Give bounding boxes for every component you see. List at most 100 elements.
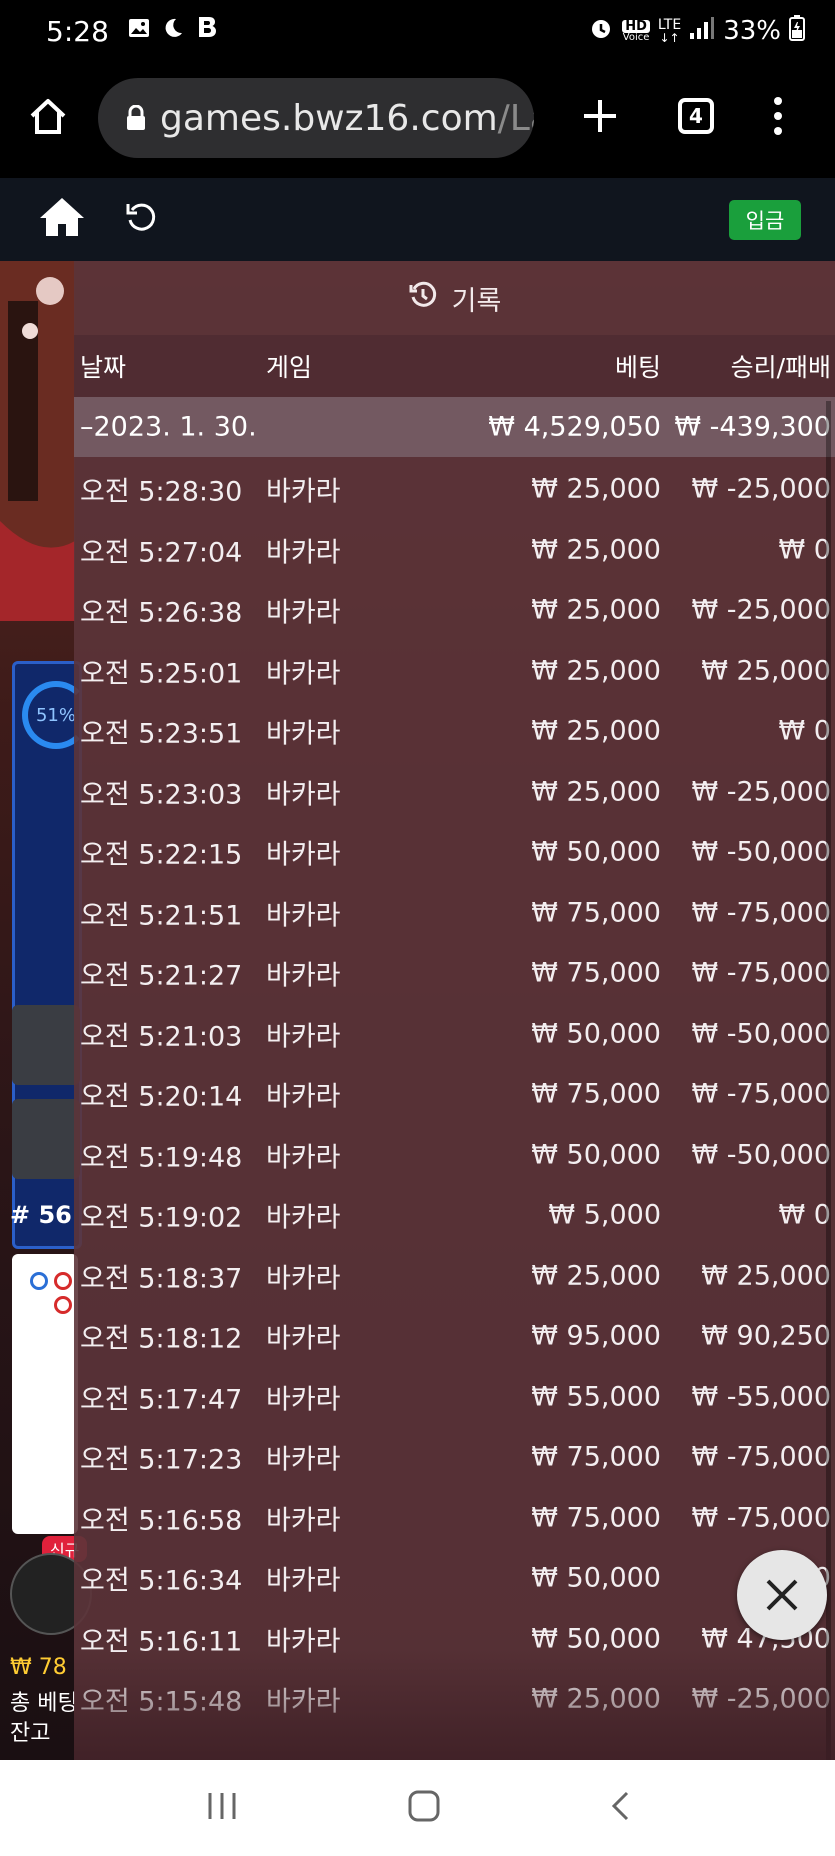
score-marker [30, 1272, 48, 1290]
row-game: 바카라 [266, 597, 341, 629]
close-history-button[interactable] [737, 1550, 827, 1640]
alarm-icon [588, 15, 614, 48]
url-domain: games.bwz16.com [160, 97, 498, 139]
deposit-button[interactable]: 입금 [729, 200, 801, 240]
history-row[interactable]: 오전 5:28:30 바카라 ₩ 25,000 ₩ -25,000 [74, 459, 835, 519]
row-time: 오전 5:17:23 [80, 1444, 243, 1476]
row-result: ₩ -25,000 [691, 473, 832, 505]
row-result: ₩ 25,000 [701, 1260, 831, 1291]
balance-text: ₩ 78 [10, 1655, 67, 1680]
back-icon [612, 1791, 629, 1821]
history-row[interactable]: 오전 5:27:04 바카라 ₩ 25,000 ₩ 0 [74, 520, 835, 580]
row-game: 바카라 [266, 1323, 341, 1355]
row-bet: ₩ 50,000 [531, 1623, 661, 1654]
close-icon [766, 1579, 798, 1611]
history-row[interactable]: 오전 5:26:38 바카라 ₩ 25,000 ₩ -25,000 [74, 580, 835, 640]
row-result: ₩ -50,000 [691, 1018, 832, 1049]
b-icon [195, 15, 219, 47]
browser-toolbar: games.bwz16.com/La 4 [0, 62, 835, 178]
row-result: ₩ -75,000 [691, 1502, 832, 1533]
row-result: ₩ -75,000 [691, 1078, 832, 1110]
row-bet: ₩ 95,000 [531, 1320, 661, 1352]
home-nav-button[interactable] [408, 1790, 440, 1826]
row-bet: ₩ 75,000 [531, 957, 661, 989]
side-button-1[interactable] [12, 1005, 80, 1085]
row-game: 바카라 [266, 1081, 341, 1113]
row-bet: ₩ 5,000 [548, 1199, 661, 1231]
day-win-loss-total: ₩ -439,300 [674, 411, 831, 443]
row-game: 바카라 [266, 1626, 341, 1657]
moon-icon [161, 16, 185, 46]
col-win-loss: 승리/패배 [730, 353, 831, 382]
home-icon [40, 198, 84, 236]
refresh-button[interactable] [124, 200, 158, 238]
row-game: 바카라 [266, 1202, 341, 1234]
day-summary-row[interactable]: –2023. 1. 30. ₩ 4,529,050 ₩ -439,300 [74, 397, 835, 457]
history-title-text: 기록 [451, 285, 502, 317]
lobby-home-button[interactable] [38, 194, 86, 242]
hd-label: HD [622, 19, 650, 33]
history-row[interactable]: 오전 5:22:15 바카라 ₩ 50,000 ₩ -50,000 [74, 822, 835, 882]
home-nav-icon [408, 1790, 440, 1822]
tabs-button[interactable]: 4 [664, 84, 728, 148]
row-time: 오전 5:19:48 [80, 1142, 243, 1173]
browser-menu-button[interactable] [746, 84, 810, 148]
history-row[interactable]: 오전 5:18:37 바카라 ₩ 25,000 ₩ 25,000 [74, 1246, 835, 1306]
history-row[interactable]: 오전 5:17:23 바카라 ₩ 75,000 ₩ -75,000 [74, 1427, 835, 1487]
row-time: 오전 5:19:02 [80, 1202, 243, 1234]
lte-icon: LTE ↓↑ [657, 17, 682, 45]
history-row[interactable]: 오전 5:21:27 바카라 ₩ 75,000 ₩ -75,000 [74, 943, 835, 1003]
day-date: –2023. 1. 30. [80, 411, 257, 443]
row-bet: ₩ 25,000 [531, 473, 661, 505]
history-clock-icon [408, 280, 438, 317]
url-text: games.bwz16.com/La [160, 98, 534, 139]
history-row[interactable]: 오전 5:25:01 바카라 ₩ 25,000 ₩ 25,000 [74, 641, 835, 701]
battery-icon [789, 14, 805, 48]
history-scrollbar[interactable] [826, 401, 831, 1760]
row-bet: ₩ 25,000 [531, 534, 661, 565]
row-game: 바카라 [266, 658, 341, 689]
row-bet: ₩ 75,000 [531, 897, 661, 928]
lock-icon [126, 104, 146, 131]
row-time: 오전 5:25:01 [80, 658, 243, 689]
browser-home-button[interactable] [16, 84, 80, 148]
history-row[interactable]: 오전 5:20:14 바카라 ₩ 75,000 ₩ -75,000 [74, 1064, 835, 1124]
history-row[interactable]: 오전 5:19:02 바카라 ₩ 5,000 ₩ 0 [74, 1185, 835, 1245]
back-button[interactable] [610, 1790, 630, 1826]
recents-button[interactable] [205, 1791, 239, 1825]
row-time: 오전 5:16:11 [80, 1626, 243, 1657]
new-tab-button[interactable] [568, 84, 632, 148]
url-bar[interactable]: games.bwz16.com/La [98, 78, 534, 158]
row-result: ₩ -55,000 [691, 1381, 832, 1412]
row-bet: ₩ 50,000 [531, 1139, 661, 1170]
side-button-2[interactable] [12, 1099, 80, 1179]
status-right: HD Voice LTE ↓↑ 33% [588, 14, 805, 48]
row-bet: ₩ 75,000 [531, 1078, 661, 1110]
history-column-header: 날짜 게임 베팅 승리/패배 [74, 335, 835, 397]
history-row[interactable]: 오전 5:16:58 바카라 ₩ 75,000 ₩ -75,000 [74, 1488, 835, 1548]
tab-count: 4 [678, 98, 714, 134]
row-result: ₩ 0 [778, 715, 831, 747]
row-game: 바카라 [266, 1505, 341, 1536]
history-row[interactable]: 오전 5:18:12 바카라 ₩ 95,000 ₩ 90,250 [74, 1306, 835, 1366]
plus-icon [584, 100, 616, 132]
row-result: ₩ 0 [778, 534, 831, 565]
row-time: 오전 5:26:38 [80, 597, 243, 629]
row-bet: ₩ 50,000 [531, 836, 661, 868]
row-game: 바카라 [266, 839, 341, 871]
history-row[interactable]: 오전 5:23:51 바카라 ₩ 25,000 ₩ 0 [74, 701, 835, 761]
row-time: 오전 5:21:27 [80, 960, 243, 992]
history-row[interactable]: 오전 5:15:48 바카라 ₩ 25,000 ₩ -25,000 [74, 1669, 835, 1729]
total-bet-label: 총 베팅 [10, 1691, 78, 1716]
row-time: 오전 5:16:34 [80, 1565, 243, 1597]
score-marker [54, 1272, 72, 1290]
history-row[interactable]: 오전 5:23:03 바카라 ₩ 25,000 ₩ -25,000 [74, 762, 835, 822]
history-row[interactable]: 오전 5:16:34바카라₩ 50,000₩ 0 [74, 1548, 835, 1608]
history-row[interactable]: 오전 5:21:03 바카라 ₩ 50,000 ₩ -50,000 [74, 1004, 835, 1064]
battery-percent: 33% [723, 16, 781, 46]
history-row[interactable]: 오전 5:17:47 바카라 ₩ 55,000 ₩ -55,000 [74, 1367, 835, 1427]
history-row[interactable]: 오전 5:16:11 바카라 ₩ 50,000 ₩ 47,500 [74, 1609, 835, 1669]
history-row[interactable]: 오전 5:19:48 바카라 ₩ 50,000 ₩ -50,000 [74, 1125, 835, 1185]
row-time: 오전 5:17:47 [80, 1384, 243, 1415]
history-row[interactable]: 오전 5:21:51 바카라 ₩ 75,000 ₩ -75,000 [74, 883, 835, 943]
